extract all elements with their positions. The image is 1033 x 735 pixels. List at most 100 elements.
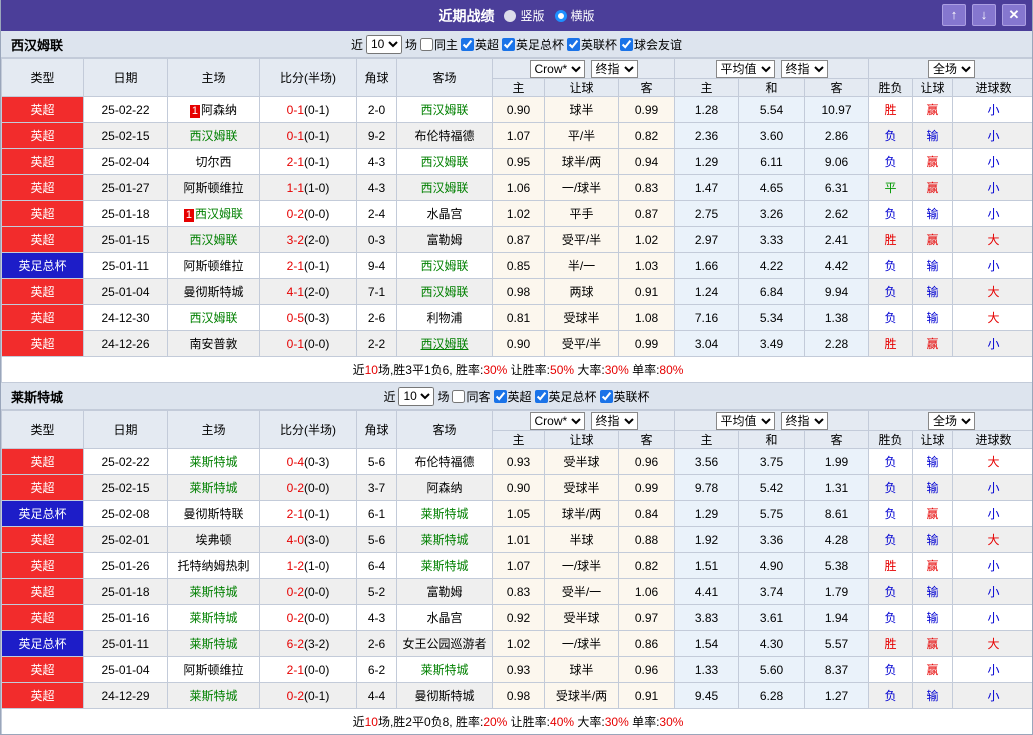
- odds-group-header-0: Crow* 终指: [493, 411, 675, 431]
- match-count-select[interactable]: 10: [366, 35, 402, 54]
- match-row: 英超25-01-04曼彻斯特城4-1(2-0)7-1西汉姆联0.98两球0.91…: [2, 279, 1033, 305]
- league-filter-球会友谊[interactable]: 球会友谊: [620, 36, 682, 53]
- result-winloss: 负: [869, 123, 913, 149]
- odds-source-select[interactable]: 全场: [928, 412, 975, 430]
- radio-vertical-layout[interactable]: 竖版: [504, 7, 544, 24]
- league-filter-英超[interactable]: 英超: [461, 36, 499, 53]
- league-filter-英足总杯[interactable]: 英足总杯: [502, 36, 564, 53]
- avg-home: 2.36: [675, 123, 739, 149]
- sub-column-header: 进球数: [953, 79, 1033, 97]
- corner-score: 2-4: [357, 201, 397, 227]
- avg-draw: 3.61: [739, 605, 805, 631]
- league-checkbox[interactable]: [535, 390, 548, 403]
- league-filter-英足总杯[interactable]: 英足总杯: [535, 388, 597, 405]
- league-checkbox[interactable]: [502, 38, 515, 51]
- column-header-3: 比分(半场): [260, 411, 357, 449]
- same-venue-checkbox[interactable]: [452, 390, 465, 403]
- result-handicap: 输: [913, 201, 953, 227]
- result-handicap: 输: [913, 305, 953, 331]
- close-button[interactable]: ✕: [1002, 4, 1026, 26]
- scroll-down-button[interactable]: ↓: [972, 4, 996, 26]
- fulltime-score: 0-5: [287, 311, 304, 325]
- home-team: 曼彻斯特联: [168, 501, 260, 527]
- league-checkbox[interactable]: [461, 38, 474, 51]
- league-filter-英超[interactable]: 英超: [494, 388, 532, 405]
- odds-source-select[interactable]: Crow*: [530, 60, 585, 78]
- halftime-score: (0-1): [304, 129, 329, 143]
- radio-vertical-icon[interactable]: [504, 10, 516, 22]
- header-group-row: 类型日期主场比分(半场)角球客场Crow*终指平均值终指全场: [2, 411, 1033, 431]
- corner-score: 4-3: [357, 605, 397, 631]
- match-row: 英超25-01-26托特纳姆热刺1-2(1-0)6-4莱斯特城1.07一/球半0…: [2, 553, 1033, 579]
- halftime-score: (0-0): [304, 207, 329, 221]
- scroll-up-button[interactable]: ↑: [942, 4, 966, 26]
- league-checkbox[interactable]: [494, 390, 507, 403]
- odds-source-select[interactable]: Crow*: [530, 412, 585, 430]
- corner-score: 5-6: [357, 527, 397, 553]
- match-date: 25-02-01: [84, 527, 168, 553]
- odds-source-select[interactable]: 全场: [928, 60, 975, 78]
- result-winloss: 负: [869, 605, 913, 631]
- radio-horizontal-icon[interactable]: [555, 10, 567, 22]
- league-checkbox[interactable]: [620, 38, 633, 51]
- odds-source-select[interactable]: 终指: [591, 412, 638, 430]
- odds-source-select[interactable]: 终指: [781, 60, 828, 78]
- away-team-name: 西汉姆联: [420, 259, 468, 273]
- corner-score: 0-3: [357, 227, 397, 253]
- away-team-name: 西汉姆联: [420, 181, 468, 195]
- sub-column-header: 客: [805, 431, 869, 449]
- summary-label: 单率:: [629, 715, 660, 729]
- result-winloss: 负: [869, 579, 913, 605]
- result-winloss: 平: [869, 175, 913, 201]
- odds-source-select[interactable]: 终指: [781, 412, 828, 430]
- home-team-name: 莱斯特城: [189, 585, 237, 599]
- league-checkbox[interactable]: [567, 38, 580, 51]
- odds-away: 0.86: [619, 631, 675, 657]
- match-count-select[interactable]: 10: [398, 387, 434, 406]
- avg-home: 4.41: [675, 579, 739, 605]
- avg-draw: 6.84: [739, 279, 805, 305]
- match-date: 24-12-30: [84, 305, 168, 331]
- league-filter-label: 球会友谊: [634, 36, 682, 53]
- home-team-name: 西汉姆联: [189, 233, 237, 247]
- away-team-name: 莱斯特城: [420, 507, 468, 521]
- same-venue-checkbox[interactable]: [420, 38, 433, 51]
- same-venue-checkbox-label[interactable]: 同客: [452, 388, 490, 405]
- sub-column-header: 进球数: [953, 431, 1033, 449]
- sub-column-header: 和: [739, 431, 805, 449]
- result-handicap: 输: [913, 527, 953, 553]
- rank-badge: 1: [184, 209, 194, 222]
- home-team-name: 曼彻斯特联: [183, 507, 243, 521]
- fulltime-score: 1-1: [287, 181, 304, 195]
- halftime-score: (0-0): [304, 337, 329, 351]
- section-filter-bar: 西汉姆联近10场同主英超英足总杯英联杯球会友谊: [1, 31, 1032, 58]
- radio-horizontal-layout[interactable]: 横版: [555, 7, 595, 24]
- summary-label: 让胜率:: [507, 715, 550, 729]
- odds-home: 0.90: [493, 475, 545, 501]
- result-handicap: 输: [913, 683, 953, 709]
- match-row: 英足总杯25-01-11莱斯特城6-2(3-2)2-6女王公园巡游者1.02一/…: [2, 631, 1033, 657]
- summary-value: 20%: [483, 715, 507, 729]
- score: 3-2(2-0): [260, 227, 357, 253]
- league-filter-英联杯[interactable]: 英联杯: [567, 36, 617, 53]
- odds-source-select[interactable]: 平均值: [716, 60, 775, 78]
- odds-source-select[interactable]: 终指: [591, 60, 638, 78]
- league-badge: 英超: [2, 279, 84, 305]
- match-date: 25-02-08: [84, 501, 168, 527]
- home-team: 莱斯特城: [168, 605, 260, 631]
- league-badge: 英足总杯: [2, 253, 84, 279]
- league-checkbox[interactable]: [600, 390, 613, 403]
- result-winloss: 负: [869, 501, 913, 527]
- title-bar: 近期战绩 竖版 横版 ↑ ↓ ✕: [1, 0, 1032, 31]
- halftime-score: (1-0): [304, 181, 329, 195]
- same-venue-checkbox-label[interactable]: 同主: [420, 36, 458, 53]
- corner-score: 5-6: [357, 449, 397, 475]
- home-team: 1西汉姆联: [168, 201, 260, 227]
- odds-source-select[interactable]: 平均值: [716, 412, 775, 430]
- column-header-0: 类型: [2, 59, 84, 97]
- result-winloss: 胜: [869, 97, 913, 123]
- away-team-name[interactable]: 西汉姆联: [420, 337, 468, 351]
- league-filter-英联杯[interactable]: 英联杯: [600, 388, 650, 405]
- avg-home: 9.45: [675, 683, 739, 709]
- result-goals: 小: [953, 475, 1033, 501]
